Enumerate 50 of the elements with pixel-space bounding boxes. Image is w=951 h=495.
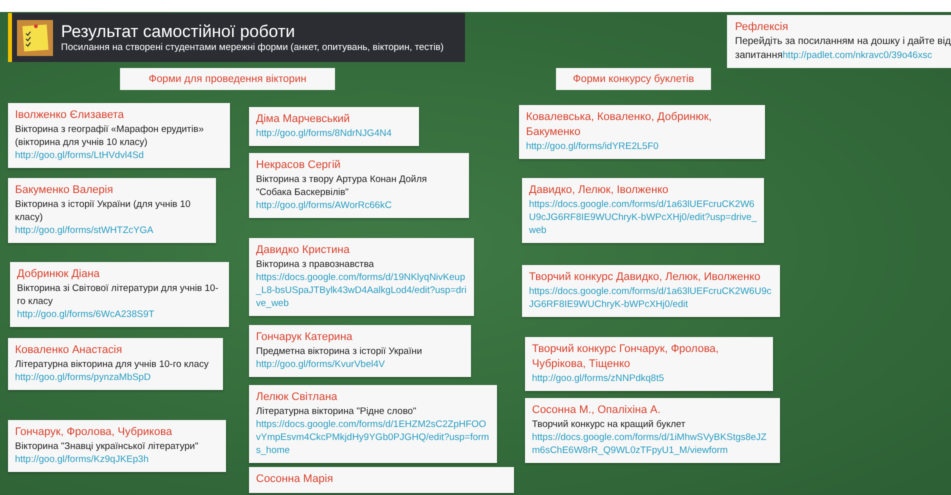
form-link[interactable]: https://docs.google.com/forms/d/1a63lUEFcruCK2W6U9cJG6RF8IE9WUChryK-bWPcXHj0/edit: [529, 285, 773, 311]
author-name: Бакуменко Валерія: [15, 183, 114, 198]
form-link[interactable]: https://docs.google.com/forms/d/1a63lUEFcruCK2W6U9cJG6RF8IE9WUChryK-bWPcXHj0/edit?usp=drive_web: [529, 198, 757, 237]
form-link[interactable]: http://goo.gl/forms/KvurVbel4V: [256, 358, 464, 371]
sticky-note-icon: [17, 20, 53, 56]
author-name: Сосонна М., Опаліхіна А.: [532, 403, 662, 418]
post-text: запитання: [735, 50, 783, 61]
author-name: Творчий конкурс Давидко, Лелюк, Иволженко: [529, 270, 762, 285]
author-name: Лелюк Світлана: [256, 390, 338, 405]
post-title: Рефлексія: [735, 20, 790, 35]
post-text: Предметна вікторина з історії України: [256, 345, 424, 358]
board-subtitle: Посилання на створені студентами мережні форми (анкет, опитувань, вікторин, тестів): [61, 42, 444, 54]
post-text: Перейдіть за посиланням на дошку і дайте від: [735, 36, 951, 47]
author-name: Сосонна Марія: [256, 472, 334, 487]
form-link[interactable]: https://docs.google.com/forms/d/19NKlyqNivKeup_L8-bsUSpaJTBylk43wD4AalkgLod4/edit?usp=drive_web: [256, 271, 467, 310]
padlet-link[interactable]: http://padlet.com/nkravc0/39o46xsc: [782, 50, 932, 61]
author-name: Коваленко Анастасія: [15, 343, 124, 358]
form-link[interactable]: http://goo.gl/forms/zNNPdkq8t5: [532, 372, 766, 385]
post-text: Вікторина "Знавці української літератури": [15, 440, 200, 453]
author-name: Гончарук Катерина: [256, 330, 354, 345]
author-name: Творчий конкурс Гончарук, Фролова, Чубрікова, Тіщенко: [532, 342, 720, 372]
form-link[interactable]: http://goo.gl/forms/6WcA238S9T: [17, 308, 222, 321]
section-heading: Форми конкурсу буклетів: [556, 68, 711, 90]
author-name: Некрасов Сергій: [256, 158, 342, 173]
author-name: Ковалевська, Коваленко, Добринюк, Бакуменко: [526, 110, 713, 140]
post-text: Вікторина з історії України (для учнів 10 класу): [15, 198, 192, 224]
post-text: Вікторина з географії «Марафон ерудитів» (вікторина для учнів 10 класу): [15, 123, 205, 149]
post-text: Вікторина зі Світової літератури для учнів 10-го класу: [17, 282, 220, 308]
post-text: Творчий конкурс на кращий буклет: [532, 418, 686, 431]
form-link[interactable]: http://goo.gl/forms/LtHVdvl4Sd: [15, 149, 223, 162]
form-link[interactable]: http://goo.gl/forms/idYRE2L5F0: [526, 140, 758, 153]
form-link[interactable]: https://docs.google.com/forms/d/1iMhwSVyBKStgs8eJZm6sChE6W8rR_Q9WL0zTFpyU1_M/viewform: [532, 431, 773, 457]
form-link[interactable]: https://docs.google.com/forms/d/1EHZM2sC2ZpHFOOvYmpEsvm4CkcPMkjdHy9YGb0PJGHQ/edit?usp=forms_home: [256, 418, 490, 457]
board-title: Результат самостійної роботи: [61, 22, 296, 42]
section-heading: Форми для проведення вікторин: [120, 68, 335, 90]
post-text: Літературна вікторина для учнів 10-го класу: [15, 358, 210, 371]
author-name: Добринюк Діана: [17, 267, 101, 282]
form-link[interactable]: http://goo.gl/forms/stWHTZcYGA: [15, 224, 209, 237]
form-link[interactable]: http://goo.gl/forms/Kz9qJKEp3h: [15, 453, 219, 466]
form-link[interactable]: http://goo.gl/forms/AWorRc66kC: [256, 199, 462, 212]
form-link[interactable]: http://goo.gl/forms/8NdrNJG4N4: [256, 127, 412, 140]
author-name: Гончарук, Фролова, Чубрикова: [15, 425, 174, 440]
post-text: Літературна вікторина "Рідне слово": [256, 405, 418, 418]
author-name: Давидко, Лелюк, Іволженко: [529, 183, 670, 198]
form-link[interactable]: http://goo.gl/forms/pynzaMbSpD: [15, 371, 216, 384]
post-text: Вікторина з твору Артура Конан Дойля "Собака Баскервілів": [256, 173, 428, 199]
author-name: Діма Марчевський: [256, 112, 351, 127]
author-name: Іволженко Єлизавета: [15, 108, 125, 123]
author-name: Давидко Кристина: [256, 243, 351, 258]
post-text: Вікторина з правознавства: [256, 258, 375, 271]
